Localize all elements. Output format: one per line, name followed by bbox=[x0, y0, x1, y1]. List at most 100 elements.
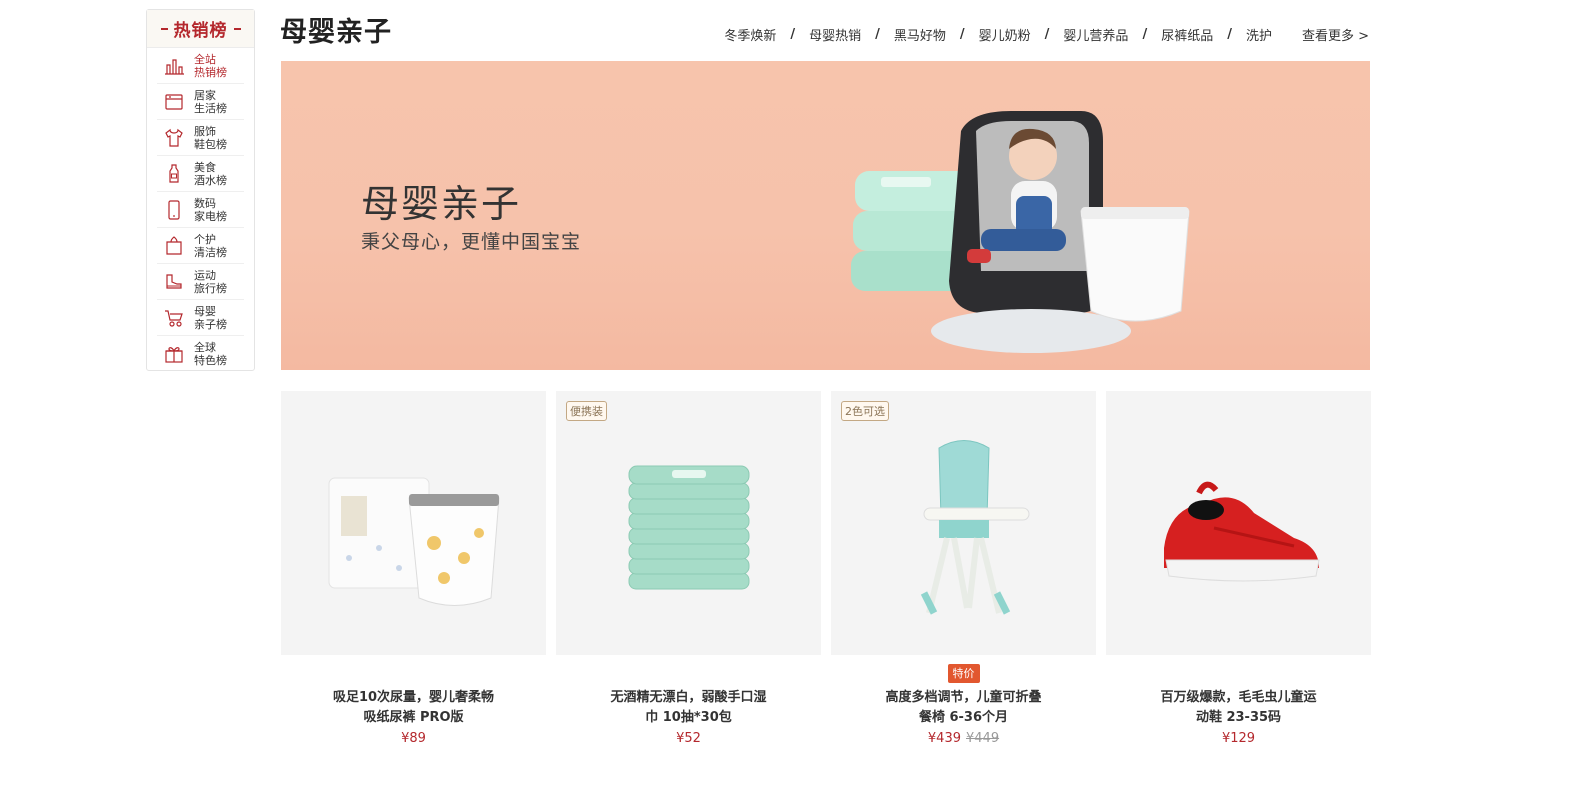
category-banner[interactable]: 母婴亲子 秉父母心，更懂中国宝宝 bbox=[281, 61, 1370, 370]
sidebar-item-line1: 服饰 bbox=[194, 124, 216, 138]
sidebar-item[interactable]: 美食 酒水榜 bbox=[157, 156, 244, 192]
nav-separator: / bbox=[959, 27, 965, 42]
sidebar-item-line1: 母婴 bbox=[194, 304, 216, 318]
sidebar-item-label: 全球 特色榜 bbox=[194, 341, 227, 367]
sidebar-item[interactable]: 居家 生活榜 bbox=[157, 84, 244, 120]
sidebar-item-line2: 家电榜 bbox=[194, 209, 227, 223]
wipes-icon bbox=[628, 465, 749, 590]
sidebar-item-line1: 个护 bbox=[194, 232, 216, 246]
sidebar-item[interactable]: 个护 清洁榜 bbox=[157, 228, 244, 264]
product-card[interactable]: 2色可选特价高度多档调节，儿童可折叠 餐椅 6-36个月 ¥439 ¥449 bbox=[831, 391, 1096, 746]
promo-area bbox=[556, 655, 821, 683]
product-price: ¥439 bbox=[927, 731, 961, 746]
product-price: ¥89 bbox=[401, 731, 426, 746]
view-more-link[interactable]: 查看更多 > bbox=[1302, 25, 1369, 44]
product-name-line2: 动鞋 23-35码 bbox=[1195, 710, 1282, 725]
product-tag: 2色可选 bbox=[841, 401, 889, 421]
product-image[interactable]: 便携装 bbox=[556, 391, 821, 655]
product-card[interactable]: 便携装无酒精无漂白，弱酸手口湿巾 10抽*30包 ¥52 bbox=[556, 391, 821, 746]
product-name-line2: 巾 10抽*30包 bbox=[645, 710, 732, 725]
product-image[interactable] bbox=[1106, 391, 1371, 655]
sidebar-item-label: 服饰 鞋包榜 bbox=[194, 125, 227, 151]
sub-category-link[interactable]: 冬季焕新 bbox=[724, 25, 776, 44]
gift-icon bbox=[164, 344, 184, 364]
sidebar-item-line2: 生活榜 bbox=[194, 101, 227, 115]
phone-icon bbox=[164, 199, 184, 220]
page-title: 母婴亲子 bbox=[280, 17, 392, 48]
sidebar-item-line2: 旅行榜 bbox=[194, 281, 227, 295]
product-name-line1: 吸足10次尿量，婴儿奢柔畅 bbox=[332, 690, 495, 705]
product-card[interactable]: 百万级爆款，毛毛虫儿童运 动鞋 23-35码 ¥129 bbox=[1106, 391, 1371, 746]
bar-chart-icon bbox=[164, 56, 184, 76]
bottle-icon bbox=[164, 163, 184, 184]
product-price-row: ¥129 bbox=[1106, 731, 1371, 746]
product-price: ¥129 bbox=[1221, 731, 1256, 746]
product-name-line2: 吸纸尿裤 PRO版 bbox=[363, 710, 464, 725]
title-dash-right bbox=[233, 27, 241, 30]
sidebar-item-label: 美食 酒水榜 bbox=[194, 161, 227, 187]
shoe-icon bbox=[164, 272, 184, 292]
sidebar-item-line2: 热销榜 bbox=[194, 65, 227, 79]
sidebar-item[interactable]: 全站 热销榜 bbox=[157, 48, 244, 84]
sidebar-item-label: 运动 旅行榜 bbox=[194, 269, 227, 295]
sub-category-nav: 冬季焕新 / 母婴热销 / 黑马好物 / 婴儿奶粉 / 婴儿营养品 / 尿裤纸品 / 洗护 查看更多 > bbox=[724, 25, 1369, 44]
product-original-price: ¥449 bbox=[966, 731, 1000, 746]
banner-subtitle: 秉父母心，更懂中国宝宝 bbox=[361, 231, 582, 253]
product-name[interactable]: 百万级爆款，毛毛虫儿童运 动鞋 23-35码 bbox=[1106, 688, 1371, 728]
sub-category-link[interactable]: 黑马好物 bbox=[894, 25, 946, 44]
nav-separator: / bbox=[1142, 27, 1148, 42]
banner-title: 母婴亲子 bbox=[361, 182, 522, 226]
promo-area bbox=[1106, 655, 1371, 683]
sidebar-item[interactable]: 运动 旅行榜 bbox=[157, 264, 244, 300]
sidebar-item-label: 个护 清洁榜 bbox=[194, 233, 227, 259]
product-name-line1: 无酒精无漂白，弱酸手口湿 bbox=[610, 690, 767, 705]
product-name[interactable]: 无酒精无漂白，弱酸手口湿巾 10抽*30包 bbox=[556, 688, 821, 728]
diaper-icon bbox=[328, 477, 500, 606]
sidebar-title-text: 热销榜 bbox=[173, 21, 228, 41]
product-image[interactable] bbox=[281, 391, 546, 655]
sidebar-item-line2: 亲子榜 bbox=[194, 317, 227, 331]
sidebar-item-line2: 酒水榜 bbox=[194, 173, 227, 187]
sidebar-item-line2: 鞋包榜 bbox=[194, 137, 227, 151]
sidebar-title: 热销榜 bbox=[147, 10, 254, 48]
sidebar-item-line1: 全球 bbox=[194, 341, 216, 354]
sidebar-item[interactable]: 数码 家电榜 bbox=[157, 192, 244, 228]
sidebar-item-line1: 美食 bbox=[194, 160, 216, 174]
product-name-line2: 餐椅 6-36个月 bbox=[918, 710, 1009, 725]
sidebar-item-line1: 数码 bbox=[194, 196, 216, 210]
sidebar-item-label: 居家 生活榜 bbox=[194, 89, 227, 115]
shirt-icon bbox=[164, 128, 184, 148]
sidebar-item[interactable]: 全球 特色榜 bbox=[157, 336, 244, 372]
sidebar-item-line1: 运动 bbox=[194, 268, 216, 282]
product-card[interactable]: 吸足10次尿量，婴儿奢柔畅 吸纸尿裤 PRO版 ¥89 bbox=[281, 391, 546, 746]
nav-separator: / bbox=[875, 27, 880, 42]
sidebar-item-line2: 特色榜 bbox=[194, 354, 227, 367]
product-tag: 便携装 bbox=[566, 401, 607, 421]
sub-category-link[interactable]: 婴儿奶粉 bbox=[979, 25, 1031, 44]
product-name-line1: 高度多档调节，儿童可折叠 bbox=[885, 690, 1042, 705]
sub-category-link[interactable]: 洗护 bbox=[1246, 25, 1272, 44]
sidebar-item[interactable]: 服饰 鞋包榜 bbox=[157, 120, 244, 156]
product-price-row: ¥89 bbox=[281, 731, 546, 746]
sub-category-link[interactable]: 母婴热销 bbox=[809, 25, 861, 44]
nav-separator: / bbox=[1227, 27, 1232, 42]
nav-separator: / bbox=[1044, 27, 1050, 42]
product-price-row: ¥439 ¥449 bbox=[831, 731, 1096, 746]
high-chair-icon bbox=[920, 440, 1029, 615]
promo-badge: 特价 bbox=[947, 664, 980, 683]
sidebar-item-line1: 全站 bbox=[194, 52, 216, 66]
sub-category-link[interactable]: 尿裤纸品 bbox=[1161, 25, 1213, 44]
hot-list-sidebar: 热销榜 全站 热销榜 居家 生活榜 服饰 鞋包榜 美食 酒水榜 数码 家电榜 个护 清洁榜 运动 旅行榜母… bbox=[146, 9, 255, 371]
product-name[interactable]: 高度多档调节，儿童可折叠 餐椅 6-36个月 bbox=[831, 688, 1096, 728]
sidebar-item[interactable]: 母婴 亲子榜 bbox=[157, 300, 244, 336]
product-image[interactable]: 2色可选 bbox=[831, 391, 1096, 655]
product-price: ¥52 bbox=[676, 731, 701, 746]
sidebar-item-label: 数码 家电榜 bbox=[194, 197, 227, 223]
sidebar-item-label: 全站 热销榜 bbox=[194, 53, 227, 79]
product-name[interactable]: 吸足10次尿量，婴儿奢柔畅 吸纸尿裤 PRO版 bbox=[281, 688, 546, 728]
appliance-icon bbox=[164, 92, 184, 112]
sub-category-link[interactable]: 婴儿营养品 bbox=[1063, 25, 1128, 44]
promo-area bbox=[281, 655, 546, 683]
nav-separator: / bbox=[790, 27, 796, 42]
kids-shoe-icon bbox=[1163, 481, 1320, 582]
